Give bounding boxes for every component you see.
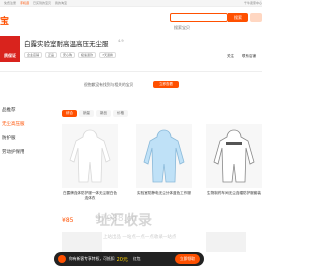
- shop-banner: 质保证 白露实验室耐高温高压无尘服 4.9 企业店铺 正品 安心购 极速退款 7…: [0, 32, 262, 72]
- follow-link[interactable]: 关注: [227, 54, 234, 59]
- watermark: 址汇收录: [96, 213, 152, 229]
- seller-center-link[interactable]: 千牛卖家中心: [240, 1, 262, 5]
- product-image[interactable]: [206, 124, 262, 188]
- promo-text: 你有新客专享特权，可抵扣: [69, 256, 115, 261]
- register-link[interactable]: 免费注册: [0, 1, 16, 5]
- promo-bar: 你有新客专享特权，可抵扣 20元 红包 立即领取: [54, 252, 204, 266]
- shop-logo-label: 质保证: [4, 53, 16, 58]
- product-title[interactable]: 生物制药车间无尘连帽防护服套装: [206, 191, 262, 196]
- product-card[interactable]: 实验室防静电无尘分体蓝色工作服: [136, 124, 192, 196]
- product-image[interactable]: [62, 124, 118, 188]
- search-input[interactable]: [171, 24, 227, 31]
- watermark-subtitle: 上站出品 一站点一点一点收录一站点: [103, 235, 177, 240]
- shop-actions: 关注 联系店铺: [227, 54, 256, 59]
- sidebar-item-recommend[interactable]: 品推荐: [0, 103, 40, 117]
- promo-suffix: 红包: [132, 256, 141, 261]
- shop-title[interactable]: 白露实验室耐高温高压无尘服: [24, 38, 109, 48]
- red-packet-icon: [58, 255, 66, 263]
- shop-tag: 7天退换: [99, 52, 116, 58]
- search-box[interactable]: [170, 13, 228, 31]
- shop-tag: 企业店铺: [24, 52, 43, 58]
- sidebar-item-cleanroom[interactable]: 无尘高压服: [0, 117, 40, 131]
- mobile-link[interactable]: 手机逛: [16, 1, 29, 5]
- search-button[interactable]: 搜索: [228, 13, 248, 22]
- shop-logo[interactable]: 质保证: [0, 36, 20, 62]
- product-image[interactable]: [62, 232, 102, 252]
- product-card[interactable]: 生物制药车间无尘连帽防护服套装: [206, 124, 262, 196]
- shop-tag: 安心购: [60, 52, 76, 58]
- shop-tag: 正品: [45, 52, 58, 58]
- product-image[interactable]: [136, 124, 192, 188]
- filter-new[interactable]: 新品: [96, 110, 111, 117]
- top-utility-bar: 免费注册 手机逛 已买到的宝贝 我的淘宝 千牛卖家中心: [0, 0, 262, 7]
- my-taobao-link[interactable]: 我的淘宝: [51, 1, 67, 5]
- sidebar-item-protective[interactable]: 防护服: [0, 131, 40, 145]
- sidebar-item-labor[interactable]: 劳动护保用: [0, 145, 40, 159]
- sort-filters: 综合 销量 新品 价格: [62, 110, 128, 117]
- empty-result-notice: 很抱歉没有找到与相关的宝贝: [84, 82, 134, 87]
- product-title[interactable]: 实验室防静电无尘分体蓝色工作服: [136, 191, 192, 196]
- filter-sales[interactable]: 销量: [79, 110, 94, 117]
- shop-tag: 极速退款: [78, 52, 97, 58]
- contact-shop-link[interactable]: 联系店铺: [242, 54, 256, 59]
- filter-price[interactable]: 价格: [113, 110, 128, 117]
- view-now-button[interactable]: 立即查看: [153, 81, 179, 88]
- product-card[interactable]: 白露牌连体防护服一体无尘服白色连体衣: [62, 124, 118, 200]
- promo-amount: 20元: [116, 256, 128, 263]
- filter-default[interactable]: 综合: [62, 110, 77, 117]
- product-title[interactable]: 白露牌连体防护服一体无尘服白色连体衣: [62, 191, 118, 200]
- shop-tags: 企业店铺 正品 安心购 极速退款 7天退换: [24, 52, 116, 58]
- product-image[interactable]: [206, 232, 246, 252]
- bought-link[interactable]: 已买到的宝贝: [29, 1, 51, 5]
- shop-rating: 4.9: [118, 39, 124, 43]
- claim-button[interactable]: 立即领取: [174, 254, 200, 264]
- site-logo[interactable]: 宝: [0, 14, 9, 27]
- product-price: ¥85: [62, 217, 74, 224]
- category-sidebar: 品推荐 无尘高压服 防护服 劳动护保用: [0, 103, 40, 233]
- search-store-button[interactable]: [250, 13, 262, 22]
